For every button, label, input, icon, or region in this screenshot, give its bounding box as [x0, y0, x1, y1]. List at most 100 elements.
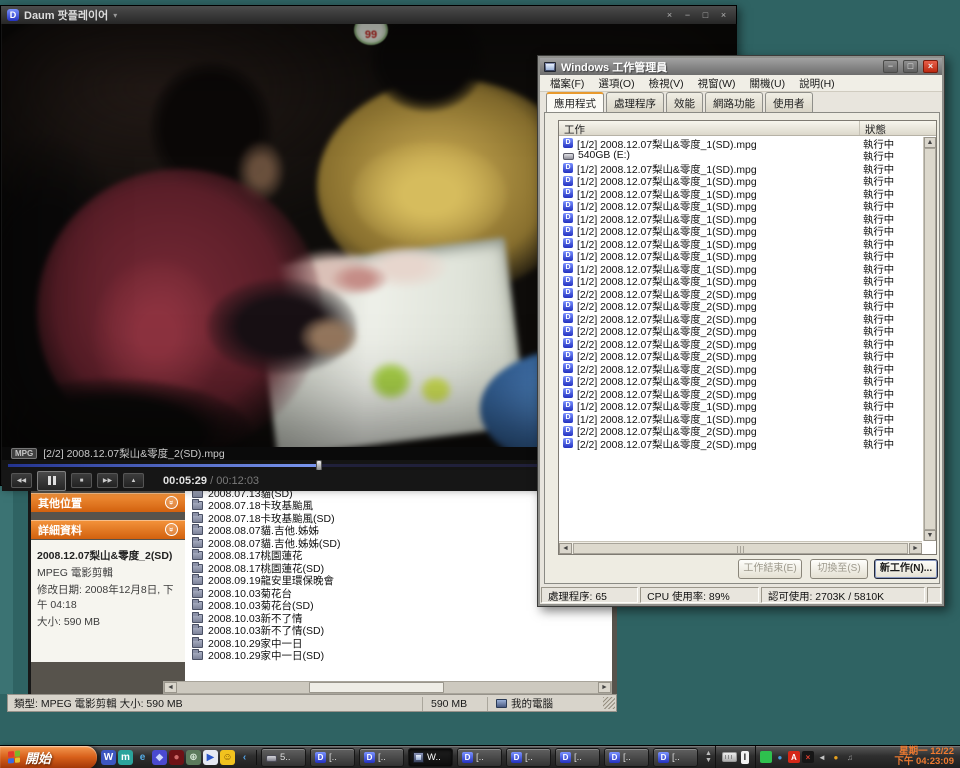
tray-scheduler-icon[interactable]: ●	[830, 751, 842, 763]
horizontal-scrollbar[interactable]: ◄ ►	[559, 541, 922, 554]
taskbar-button-potplayer[interactable]: [..	[604, 748, 649, 767]
explorer-horizontal-scrollbar[interactable]: ◄ ►	[163, 681, 612, 694]
status-cpu: CPU 使用率: 89%	[640, 587, 759, 603]
tab[interactable]: 處理程序	[606, 92, 664, 113]
taskbar-button-540gb[interactable]: 5..	[261, 748, 306, 767]
chevron-collapse-icon[interactable]: »	[165, 523, 178, 536]
tray-network-icon[interactable]: ●	[774, 751, 786, 763]
taskmgr-title-bar[interactable]: Windows 工作管理員 − □ ×	[540, 58, 942, 75]
pause-icon	[48, 476, 51, 485]
menu-item[interactable]: 選項(O)	[591, 74, 641, 93]
tray-audio-icon[interactable]: ♫	[844, 751, 856, 763]
maximize-icon[interactable]: □	[699, 10, 712, 20]
tray-mute-icon[interactable]: ×	[802, 751, 814, 763]
folder-icon	[192, 601, 203, 610]
tab-label: 處理程序	[614, 98, 656, 110]
table-row[interactable]: [2/2] 2008.12.07梨山&零度_2(SD).mpg 執行中	[559, 437, 922, 450]
input-indicator[interactable]: I	[741, 751, 749, 764]
menu-item[interactable]: 檔案(F)	[543, 74, 591, 93]
minimize-icon[interactable]: −	[883, 60, 898, 73]
tab[interactable]: 網路功能	[705, 92, 763, 113]
menu-item[interactable]: 視窗(W)	[691, 74, 743, 93]
minimize-icon[interactable]: −	[681, 10, 694, 20]
other-places-header[interactable]: 其他位置 »	[31, 493, 185, 512]
tray-green-app-icon[interactable]	[760, 751, 772, 763]
resize-grip[interactable]	[603, 697, 615, 709]
close-icon[interactable]: ×	[923, 60, 938, 73]
eject-button[interactable]: ▲	[123, 473, 144, 488]
scrollbar-thumb[interactable]	[309, 682, 444, 693]
list-header[interactable]: 工作 狀態	[559, 121, 936, 136]
task-icon	[563, 188, 573, 198]
status-zone-label: 我的電腦	[511, 696, 553, 711]
start-button[interactable]: 開始	[0, 746, 97, 768]
scroll-left-icon[interactable]: ◄	[164, 682, 177, 693]
taskbar-button-potplayer[interactable]: [..	[310, 748, 355, 767]
quick-launch-daum-icon[interactable]: m	[118, 750, 133, 765]
taskbar-button-potplayer[interactable]: [..	[555, 748, 600, 767]
desktop-edge-band	[0, 486, 13, 694]
taskbar-button-potplayer[interactable]: [..	[653, 748, 698, 767]
end-task-button[interactable]: 工作結束(E)	[738, 559, 802, 579]
task-manager-window: Windows 工作管理員 − □ × 檔案(F)選項(O)檢視(V)視窗(W)…	[537, 55, 945, 607]
menu-item[interactable]: 檢視(V)	[642, 74, 691, 93]
tab[interactable]: 應用程式	[546, 92, 604, 113]
quick-launch-app-icon[interactable]: ◆	[152, 750, 167, 765]
previous-button[interactable]: ◀◀	[11, 473, 32, 488]
potplayer-logo-icon: D	[7, 9, 19, 21]
quick-launch-msn-icon[interactable]: ‹	[237, 750, 252, 765]
column-status[interactable]: 狀態	[860, 121, 936, 135]
file-list-item[interactable]: 2008.10.29家中一日(SD)	[185, 650, 612, 663]
language-bar[interactable]: I	[715, 746, 755, 768]
chevron-expand-icon[interactable]: »	[165, 496, 178, 509]
quick-launch-smiley-icon[interactable]: ☺	[220, 750, 235, 765]
scroll-up-icon[interactable]: ▲	[924, 137, 936, 148]
scroll-left-icon[interactable]: ◄	[559, 543, 572, 554]
task-icon	[563, 438, 573, 448]
player-menu-icon[interactable]: ×	[663, 10, 676, 20]
quick-launch-player-icon[interactable]: ▶	[203, 750, 218, 765]
column-task[interactable]: 工作	[559, 121, 860, 135]
quick-launch-doc-icon[interactable]: W	[101, 750, 116, 765]
scroll-down-icon[interactable]: ▼	[924, 530, 936, 541]
close-icon[interactable]: ×	[717, 10, 730, 20]
chevron-down-icon[interactable]: ▼	[705, 758, 712, 764]
tray-ati-icon[interactable]: A	[788, 751, 800, 763]
taskbar-clock[interactable]: 星期一 12/22 下午 04:23:09	[894, 747, 960, 767]
title-caret-icon[interactable]: ▾	[113, 11, 117, 20]
taskmgr-tab-page: 工作 狀態 [1/2] 2008.12.07梨山&零度_1(SD).mpg 執行…	[544, 112, 940, 584]
scrollbar-thumb[interactable]	[924, 148, 936, 530]
next-button[interactable]: ▶▶	[97, 473, 118, 488]
tab[interactable]: 使用者	[765, 92, 813, 113]
tray-volume-icon[interactable]: ◄	[816, 751, 828, 763]
taskbar-button-potplayer[interactable]: [..	[457, 748, 502, 767]
taskbar-button-potplayer[interactable]: [..	[359, 748, 404, 767]
taskbar-button-taskmgr[interactable]: W..	[408, 748, 453, 767]
menu-item[interactable]: 說明(H)	[792, 74, 842, 93]
quick-launch-ie-icon[interactable]: e	[135, 750, 150, 765]
clock-time: 下午 04:23:09	[894, 757, 954, 767]
playing-filename: [2/2] 2008.12.07梨山&零度_2(SD).mpg	[43, 446, 225, 461]
switch-to-button[interactable]: 切換至(S)	[810, 559, 868, 579]
stop-button[interactable]: ■	[71, 473, 92, 488]
maximize-icon[interactable]: □	[903, 60, 918, 73]
scroll-right-icon[interactable]: ►	[598, 682, 611, 693]
applications-list: 工作 狀態 [1/2] 2008.12.07梨山&零度_1(SD).mpg 執行…	[558, 120, 937, 555]
pause-button[interactable]	[37, 471, 66, 491]
scrollbar-thumb[interactable]	[573, 543, 908, 554]
details-header[interactable]: 詳細資料 »	[31, 520, 185, 539]
details-body: 2008.12.07梨山&零度_2(SD) MPEG 電影剪輯 修改日期: 20…	[31, 540, 185, 662]
tab[interactable]: 效能	[666, 92, 703, 113]
quick-launch-globe-icon[interactable]: ⊕	[186, 750, 201, 765]
chevron-up-icon[interactable]: ▲	[705, 751, 712, 757]
vertical-scrollbar[interactable]: ▲ ▼	[923, 137, 936, 541]
scroll-right-icon[interactable]: ►	[909, 543, 922, 554]
menu-item[interactable]: 關機(U)	[743, 74, 793, 93]
file-name[interactable]: 2008.10.29家中一日(SD)	[208, 648, 324, 663]
taskbar-button-potplayer[interactable]: [..	[506, 748, 551, 767]
quick-launch-media-icon[interactable]: ●	[169, 750, 184, 765]
keyboard-icon[interactable]	[722, 752, 737, 762]
system-tray: ●A×◄●♫	[755, 746, 860, 768]
player-title-bar[interactable]: D Daum 팟플레이어 ▾ × − □ ×	[1, 6, 736, 24]
new-task-button[interactable]: 新工作(N)...	[874, 559, 938, 579]
